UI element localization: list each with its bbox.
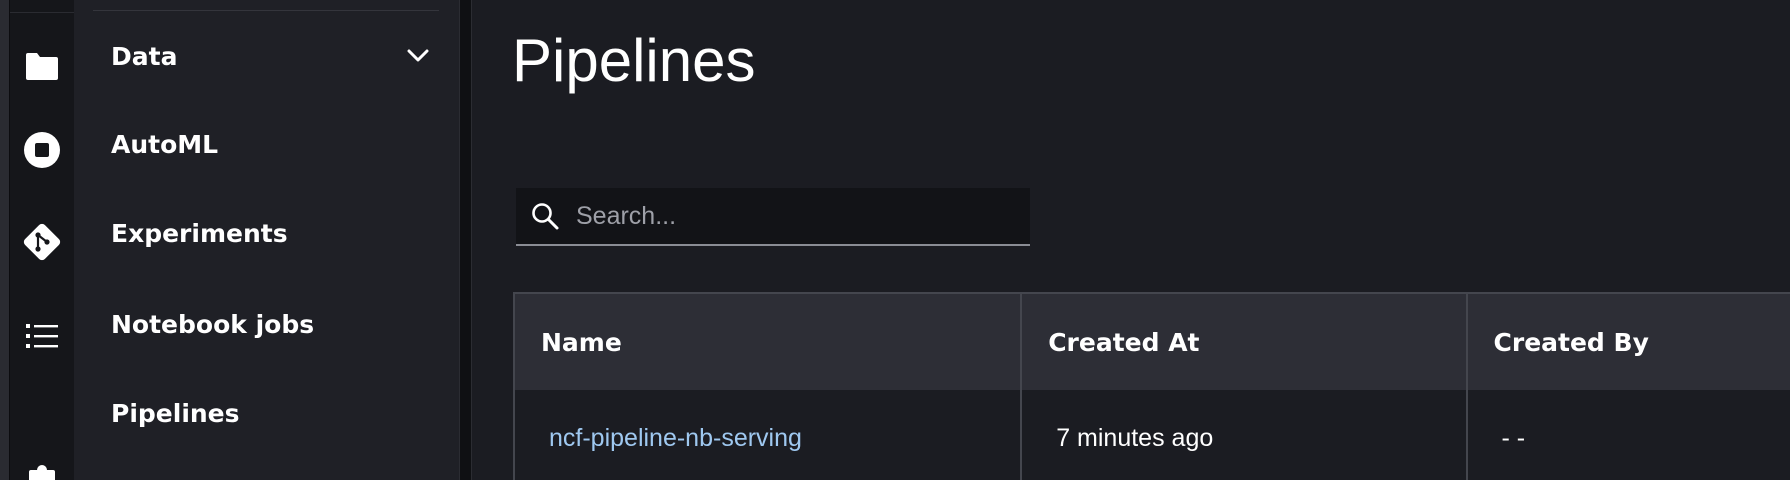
cell-created-at: 7 minutes ago: [1022, 390, 1468, 480]
column-header-created-by[interactable]: Created By: [1468, 294, 1790, 390]
sidebar-item-experiments[interactable]: Experiments: [111, 213, 429, 253]
search-icon: [516, 188, 574, 244]
page-title: Pipelines: [512, 27, 756, 94]
git-icon[interactable]: [22, 222, 62, 262]
search-input[interactable]: [574, 188, 1030, 244]
puzzle-icon[interactable]: [22, 462, 62, 480]
search-box[interactable]: [516, 188, 1030, 246]
sidebar-item-label: Data: [111, 41, 178, 71]
activity-bar-divider: [10, 12, 74, 13]
sidebar-nav: Data AutoML Experiments Notebook jobs Pi…: [74, 0, 459, 480]
table-header: Name Created At Created By: [515, 294, 1790, 390]
sidebar-item-label: AutoML: [111, 129, 219, 159]
sidebar-item-automl[interactable]: AutoML: [111, 124, 429, 164]
cell-created-by: - -: [1501, 423, 1526, 452]
sidebar-item-label: Experiments: [111, 218, 288, 248]
chevron-down-icon[interactable]: [407, 49, 429, 63]
window-edge: [0, 0, 10, 480]
sidebar-item-pipelines[interactable]: Pipelines: [111, 393, 429, 433]
app-window: Data AutoML Experiments Notebook jobs Pi…: [0, 0, 1790, 480]
table-row: ncf-pipeline-nb-serving 7 minutes ago - …: [515, 390, 1790, 480]
folder-icon[interactable]: [22, 46, 62, 86]
cell-name: ncf-pipeline-nb-serving: [515, 390, 1023, 480]
sidebar-item-notebook-jobs[interactable]: Notebook jobs: [111, 304, 429, 344]
pipeline-link[interactable]: ncf-pipeline-nb-serving: [549, 424, 802, 453]
sidebar-item-data[interactable]: Data: [111, 36, 429, 76]
main-content: Pipelines Name Created At Created By ncf…: [472, 0, 1790, 480]
sidebar-item-label: Pipelines: [111, 398, 240, 428]
sidebar-item-label: Notebook jobs: [111, 309, 315, 339]
nav-top-divider: [93, 10, 439, 11]
panel-resize-handle[interactable]: [459, 0, 472, 480]
pipelines-table: Name Created At Created By ncf-pipeline-…: [513, 292, 1790, 480]
stop-circle-icon[interactable]: [22, 130, 62, 170]
column-header-name[interactable]: Name: [515, 294, 1023, 390]
list-icon[interactable]: [22, 316, 62, 356]
column-header-created-at[interactable]: Created At: [1022, 294, 1468, 390]
activity-bar: [10, 0, 74, 480]
